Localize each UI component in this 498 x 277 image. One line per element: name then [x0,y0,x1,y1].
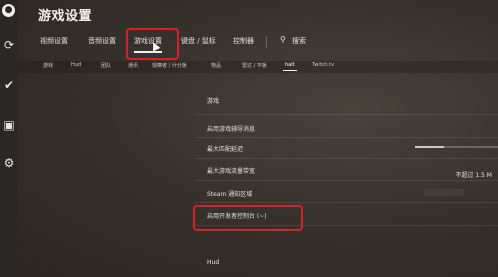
hud-section-title: Hud [207,259,220,266]
setting-row[interactable]: Steam 通知区域 [207,189,252,198]
page-title: 游戏设置 [38,9,93,24]
tab-keyboard-mouse[interactable]: 键盘 / 鼠标 [181,36,216,46]
setting-row[interactable]: 最大游戏流量带宽 [207,166,255,175]
tab-divider [266,36,267,48]
check-icon[interactable]: ✔ [2,78,16,92]
slider-fill [415,146,445,148]
subtab-comms[interactable]: 通讯 [128,62,138,69]
row-divider [195,158,498,159]
row-divider [195,137,498,138]
tab-controller[interactable]: 控制器 [233,36,254,46]
left-rail: ● ⟳ ✔ ▣ ⚙ [0,0,18,277]
setting-row[interactable]: 最大匹配延迟 [207,144,243,153]
steam-notification-dropdown[interactable] [424,189,464,196]
tab-search[interactable]: 搜索 [292,36,306,46]
search-icon[interactable]: ⚲ [280,35,286,44]
refresh-icon[interactable]: ⟳ [2,38,16,52]
section-title: 游戏 [207,98,220,105]
game-settings-screen: ● ⟳ ✔ ▣ ⚙ 游戏设置 视频设置 音频设置 游戏设置 键盘 / 鼠标 控制… [0,0,498,277]
max-match-latency-slider[interactable] [415,146,498,148]
subtab-twitch[interactable]: Twitch.tv [312,62,334,68]
setting-row[interactable]: 启用游戏辅导消息 [207,124,255,133]
briefcase-icon[interactable]: ▣ [2,118,16,132]
subtab-spectator[interactable]: 观察者 / 计分板 [152,62,187,69]
tab-audio[interactable]: 音频设置 [88,36,116,46]
row-divider [195,202,498,203]
subtab-halt[interactable]: halt [283,62,297,71]
subtab-game[interactable]: 游戏 [43,62,53,69]
subtab-items[interactable]: 物品 [211,62,221,69]
tab-video[interactable]: 视频设置 [40,36,68,46]
logo-icon[interactable]: ● [2,4,15,17]
row-divider [195,114,498,115]
bandwidth-value[interactable]: 不超过 1.5 M [455,170,492,179]
row-divider [195,180,498,181]
subtab-hud[interactable]: Hud [71,62,81,68]
subtab-team[interactable]: 团队 [101,62,111,69]
settings-panel: 游戏 启用游戏辅导消息 最大匹配延迟 最大游戏流量带宽 不超过 1.5 M St… [195,80,498,277]
subtab-radar[interactable]: 雷达 / 平板 [242,62,267,69]
gear-icon[interactable]: ⚙ [2,156,16,170]
developer-console-highlight [193,205,303,231]
